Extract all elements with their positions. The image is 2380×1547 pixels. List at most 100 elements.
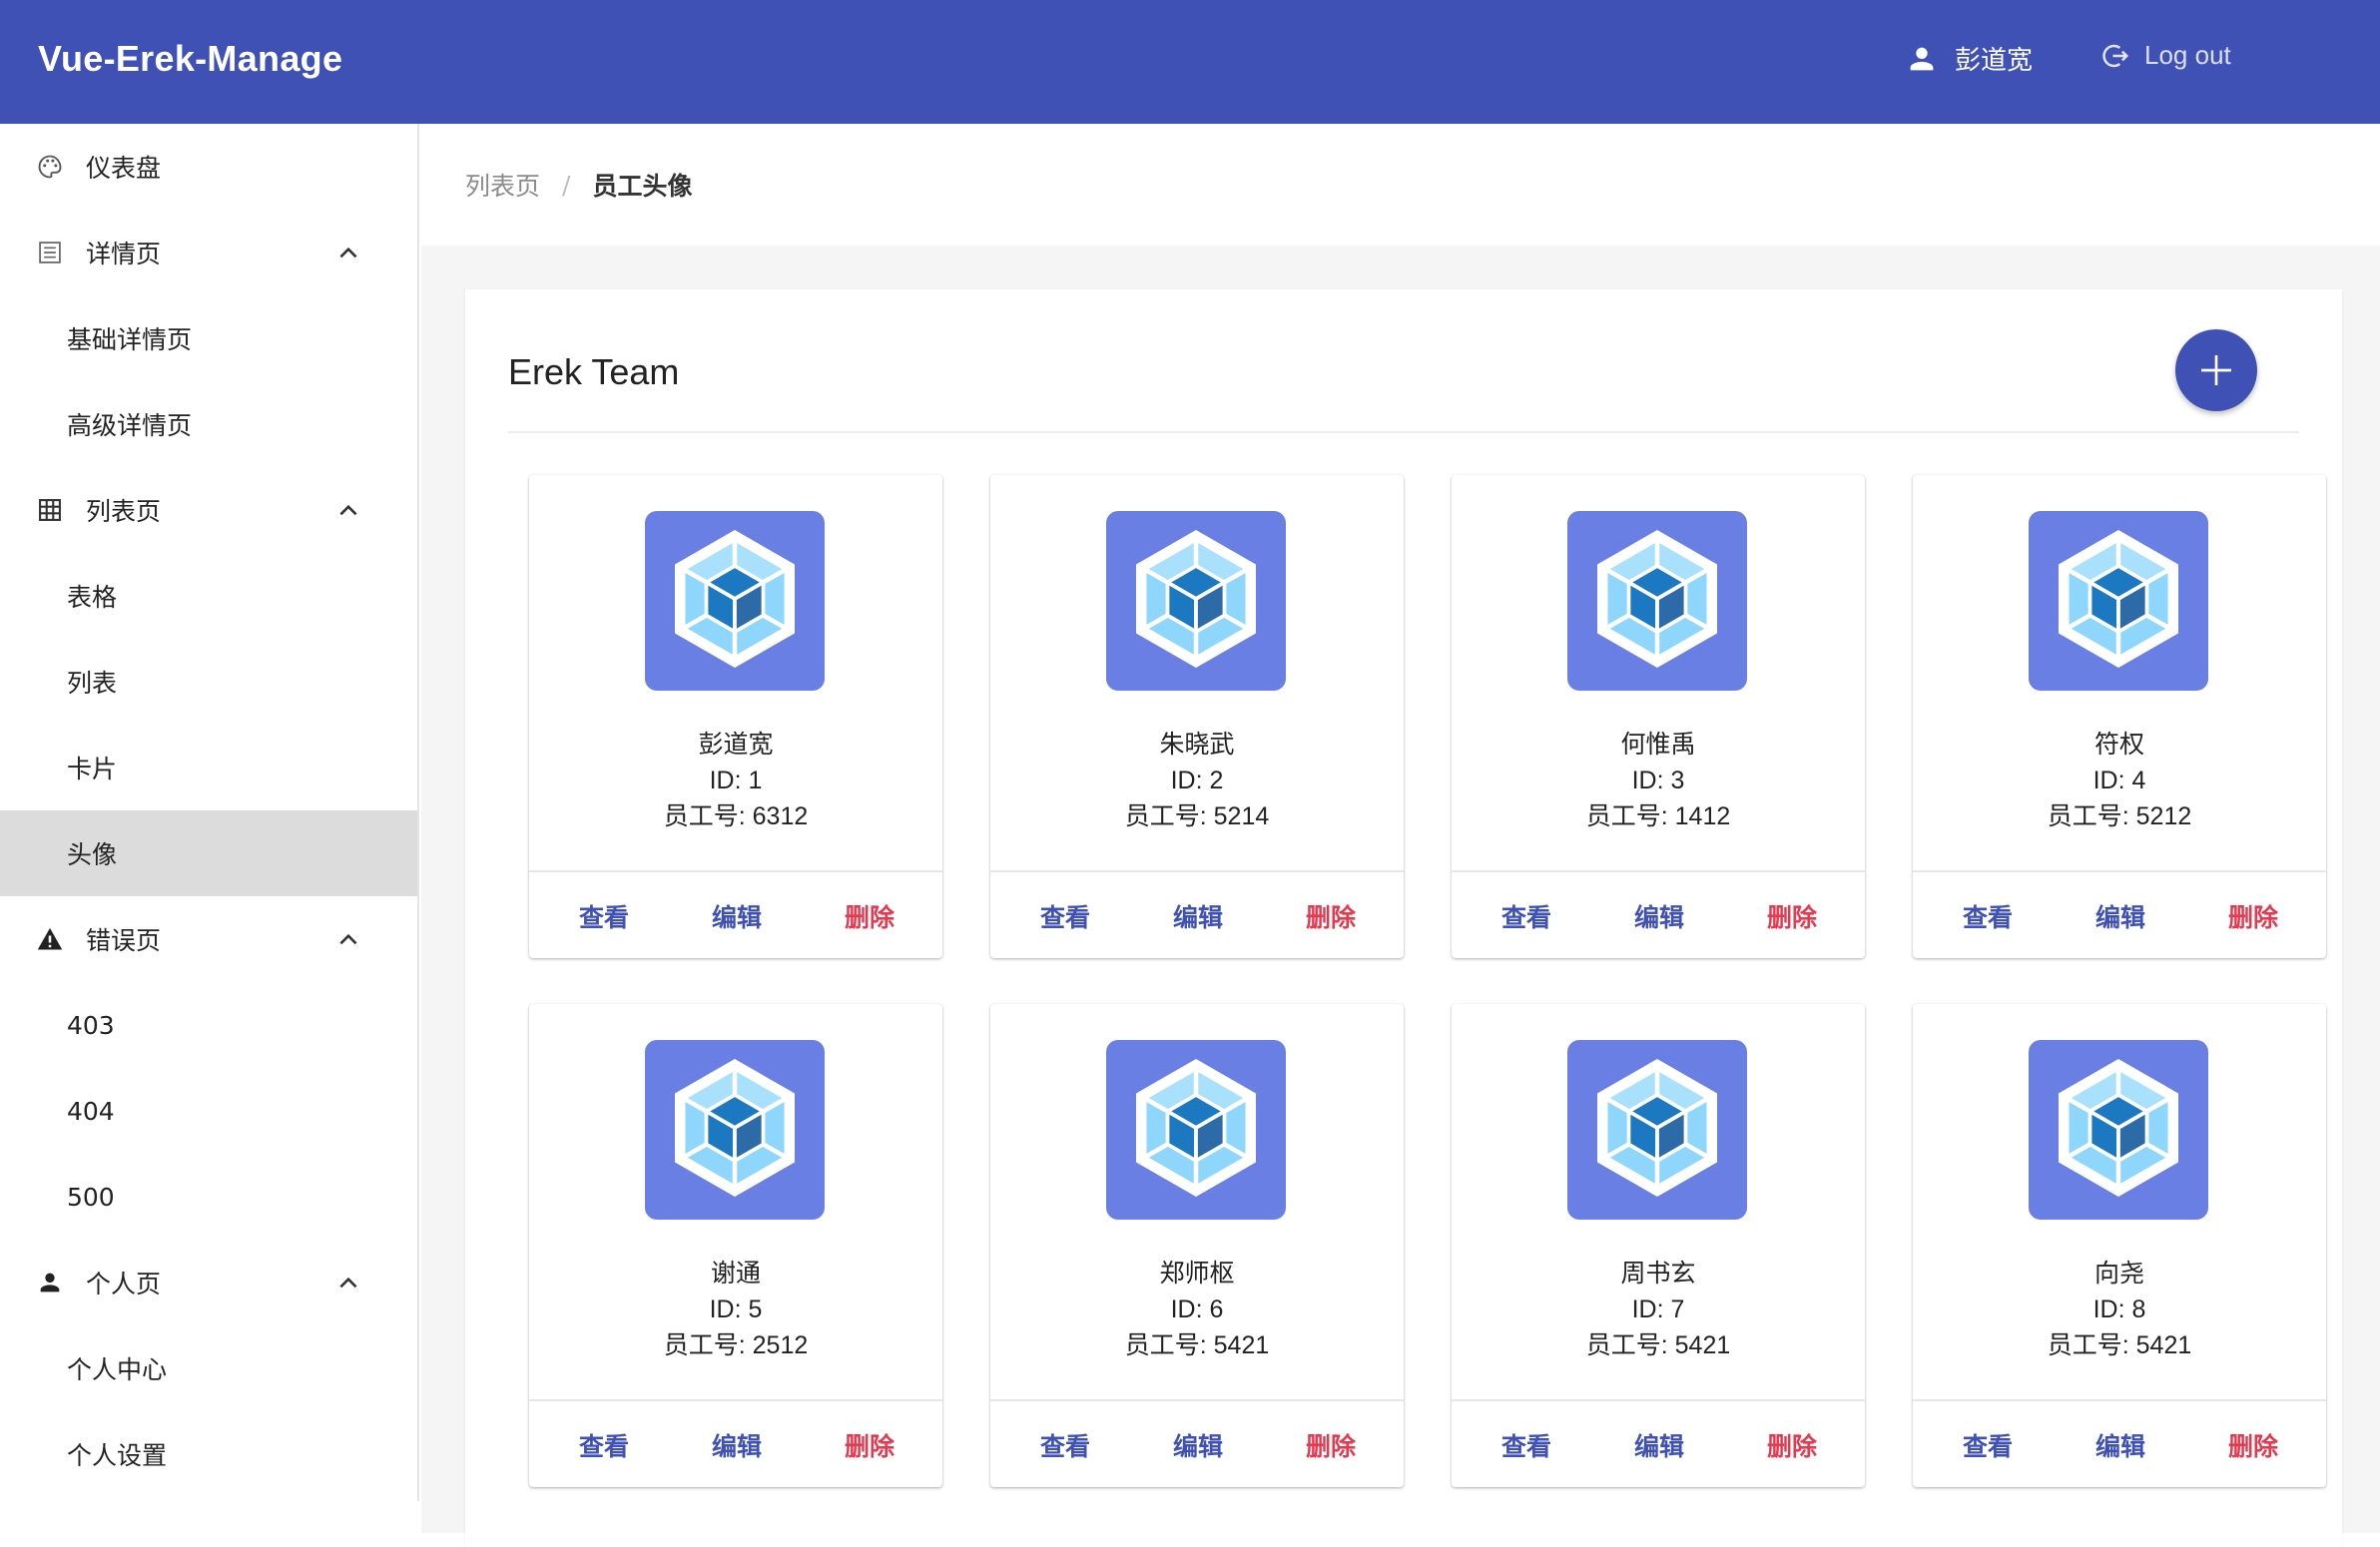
edit-button[interactable]: 编辑 bbox=[2095, 1427, 2145, 1463]
emp-value: 2512 bbox=[752, 1331, 809, 1359]
sidebar-item-6[interactable]: 列表 bbox=[0, 639, 417, 725]
view-button[interactable]: 查看 bbox=[1963, 1427, 2013, 1463]
id-value: 2 bbox=[1209, 767, 1224, 794]
avatar bbox=[1106, 1040, 1286, 1220]
emp-value: 5421 bbox=[1213, 1331, 1270, 1359]
sidebar-item-label: 基础详情页 bbox=[67, 325, 193, 354]
delete-button[interactable]: 删除 bbox=[2228, 898, 2278, 934]
person-icon bbox=[1910, 47, 1934, 70]
sidebar-item-8[interactable]: 头像 bbox=[0, 810, 417, 896]
id-prefix: ID: bbox=[1170, 1295, 1210, 1323]
id-prefix: ID: bbox=[1631, 767, 1671, 794]
edit-button[interactable]: 编辑 bbox=[712, 1427, 762, 1463]
sidebar-item-13[interactable]: 个人页 bbox=[0, 1240, 417, 1325]
card-actions: 查看 编辑 删除 bbox=[1452, 1401, 1865, 1487]
sidebar-item-label: 头像 bbox=[67, 840, 118, 869]
edit-button[interactable]: 编辑 bbox=[1634, 898, 1684, 934]
id-value: 3 bbox=[1670, 767, 1685, 794]
sidebar-item-4[interactable]: 列表页 bbox=[0, 467, 417, 553]
logout-label: Log out bbox=[2144, 40, 2231, 70]
card-actions: 查看 编辑 删除 bbox=[1913, 872, 2326, 958]
delete-button[interactable]: 删除 bbox=[845, 898, 894, 934]
person-icon bbox=[36, 1269, 64, 1296]
delete-button[interactable]: 删除 bbox=[1306, 898, 1356, 934]
member-info: 朱晓武 ID: 2 员工号: 5214 bbox=[990, 727, 1404, 834]
id-value: 4 bbox=[2131, 767, 2146, 794]
member-card: 朱晓武 ID: 2 员工号: 5214 查看 编辑 删除 bbox=[990, 475, 1404, 958]
emp-prefix: 员工号: bbox=[2047, 1331, 2136, 1359]
delete-button[interactable]: 删除 bbox=[1767, 1427, 1817, 1463]
avatar bbox=[1567, 511, 1747, 691]
view-button[interactable]: 查看 bbox=[1963, 898, 2013, 934]
id-prefix: ID: bbox=[2092, 1295, 2132, 1323]
add-member-button[interactable] bbox=[2175, 329, 2257, 411]
id-value: 6 bbox=[1209, 1295, 1224, 1323]
webpack-cube-icon bbox=[1582, 1053, 1732, 1207]
chevron-up-icon[interactable] bbox=[335, 1270, 361, 1295]
delete-button[interactable]: 删除 bbox=[1767, 898, 1817, 934]
sidebar-item-9[interactable]: 错误页 bbox=[0, 896, 417, 982]
edit-button[interactable]: 编辑 bbox=[1173, 1427, 1223, 1463]
sidebar-item-0[interactable]: 仪表盘 bbox=[0, 124, 417, 210]
member-id: ID: 1 bbox=[529, 763, 942, 798]
panel-divider bbox=[508, 431, 2299, 433]
view-button[interactable]: 查看 bbox=[1040, 898, 1090, 934]
id-value: 7 bbox=[1670, 1295, 1685, 1323]
sidebar-item-1[interactable]: 详情页 bbox=[0, 210, 417, 295]
member-id: ID: 2 bbox=[990, 763, 1404, 798]
member-id: ID: 3 bbox=[1452, 763, 1865, 798]
delete-button[interactable]: 删除 bbox=[1306, 1427, 1356, 1463]
logout-icon bbox=[2102, 44, 2129, 67]
sidebar-item-label: 个人页 bbox=[86, 1270, 162, 1298]
view-button[interactable]: 查看 bbox=[579, 1427, 629, 1463]
card-actions: 查看 编辑 删除 bbox=[990, 872, 1404, 958]
sidebar-item-12[interactable]: 500 bbox=[0, 1154, 417, 1240]
sidebar-item-7[interactable]: 卡片 bbox=[0, 725, 417, 810]
sidebar-item-15[interactable]: 个人设置 bbox=[0, 1411, 417, 1497]
member-name: 向尧 bbox=[2093, 1259, 2144, 1288]
panel-title: Erek Team bbox=[508, 351, 680, 392]
member-card: 符权 ID: 4 员工号: 5212 查看 编辑 删除 bbox=[1913, 475, 2326, 958]
edit-button[interactable]: 编辑 bbox=[2095, 898, 2145, 934]
webpack-cube-icon bbox=[1582, 524, 1732, 678]
sidebar-item-5[interactable]: 表格 bbox=[0, 553, 417, 639]
sidebar-item-label: 个人中心 bbox=[67, 1355, 168, 1384]
view-button[interactable]: 查看 bbox=[1501, 1427, 1551, 1463]
emp-value: 5212 bbox=[2135, 802, 2192, 830]
edit-button[interactable]: 编辑 bbox=[1634, 1427, 1684, 1463]
emp-prefix: 员工号: bbox=[663, 1331, 753, 1359]
logout-button[interactable]: Log out bbox=[2100, 40, 2231, 71]
sidebar-item-label: 详情页 bbox=[86, 240, 162, 268]
delete-button[interactable]: 删除 bbox=[845, 1427, 894, 1463]
card-actions: 查看 编辑 删除 bbox=[990, 1401, 1404, 1487]
sidebar-item-14[interactable]: 个人中心 bbox=[0, 1325, 417, 1411]
chevron-up-icon[interactable] bbox=[335, 240, 361, 265]
member-emp-no: 员工号: 5214 bbox=[990, 798, 1404, 834]
sidebar-item-2[interactable]: 基础详情页 bbox=[0, 295, 417, 381]
sidebar-item-11[interactable]: 404 bbox=[0, 1068, 417, 1154]
user-menu[interactable]: 彭道宽 bbox=[1905, 40, 2033, 77]
breadcrumb-separator: / bbox=[562, 170, 571, 200]
sidebar-item-10[interactable]: 403 bbox=[0, 982, 417, 1068]
view-button[interactable]: 查看 bbox=[579, 898, 629, 934]
sidebar-item-label: 仪表盘 bbox=[86, 154, 162, 183]
member-emp-no: 员工号: 6312 bbox=[529, 798, 942, 834]
sidebar-item-3[interactable]: 高级详情页 bbox=[0, 381, 417, 467]
avatar bbox=[1567, 1040, 1747, 1220]
member-emp-no: 员工号: 5421 bbox=[990, 1327, 1404, 1363]
chevron-up-icon[interactable] bbox=[335, 497, 361, 523]
app-brand[interactable]: Vue-Erek-Manage bbox=[38, 38, 342, 80]
member-card: 谢通 ID: 5 员工号: 2512 查看 编辑 删除 bbox=[529, 1004, 942, 1487]
edit-button[interactable]: 编辑 bbox=[1173, 898, 1223, 934]
view-button[interactable]: 查看 bbox=[1040, 1427, 1090, 1463]
member-id: ID: 7 bbox=[1452, 1291, 1865, 1327]
card-actions: 查看 编辑 删除 bbox=[529, 872, 942, 958]
chevron-up-icon[interactable] bbox=[335, 926, 361, 952]
delete-button[interactable]: 删除 bbox=[2228, 1427, 2278, 1463]
member-name: 谢通 bbox=[710, 1259, 761, 1288]
id-prefix: ID: bbox=[709, 767, 749, 794]
breadcrumb-parent[interactable]: 列表页 bbox=[465, 167, 540, 203]
view-button[interactable]: 查看 bbox=[1501, 898, 1551, 934]
edit-button[interactable]: 编辑 bbox=[712, 898, 762, 934]
emp-prefix: 员工号: bbox=[2047, 802, 2136, 830]
